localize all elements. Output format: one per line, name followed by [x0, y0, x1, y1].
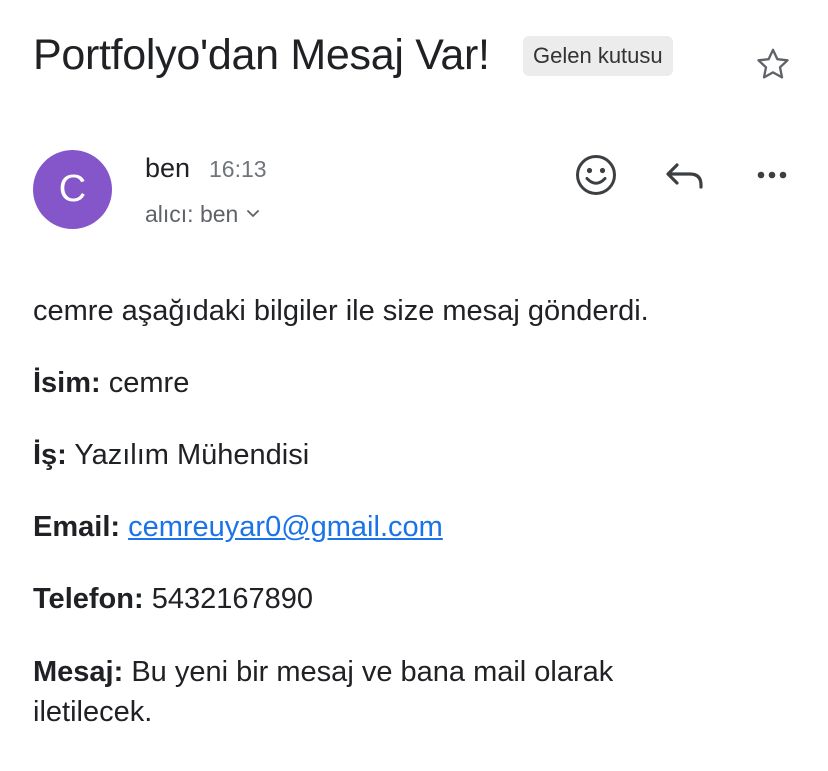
sender-name[interactable]: ben	[145, 152, 190, 184]
field-label: Telefon:	[33, 583, 144, 615]
field-value: 5432167890	[151, 583, 313, 615]
field-message: Mesaj: Bu yeni bir mesaj ve bana mail ol…	[33, 652, 733, 732]
subject-row: Portfolyo'dan Mesaj Var! Gelen kutusu	[33, 28, 808, 88]
field-value: cemre	[108, 367, 190, 399]
reply-icon[interactable]	[660, 150, 710, 200]
message-time: 16:13	[209, 156, 267, 182]
intro-text: cemre aşağıdaki bilgiler ile size mesaj …	[33, 295, 649, 327]
field-phone: Telefon: 5432167890	[33, 583, 313, 616]
smiley-icon[interactable]	[571, 150, 621, 200]
field-value: Yazılım Mühendisi	[74, 439, 310, 471]
field-label: İsim:	[33, 367, 101, 399]
star-icon[interactable]	[753, 44, 793, 84]
field-label: Email:	[33, 511, 121, 543]
email-view: Portfolyo'dan Mesaj Var! Gelen kutusu C …	[0, 0, 828, 771]
more-horizontal-icon[interactable]	[747, 150, 797, 200]
email-subject: Portfolyo'dan Mesaj Var!	[33, 31, 490, 79]
chevron-down-icon	[247, 210, 260, 217]
field-label: İş:	[33, 439, 67, 471]
field-name: İsim: cemre	[33, 367, 189, 400]
field-job: İş: Yazılım Mühendisi	[33, 439, 309, 472]
email-link[interactable]: cemreuyar0@gmail.com	[128, 511, 443, 543]
recipient-text: alıcı: ben	[145, 201, 239, 227]
field-label: Mesaj:	[33, 656, 124, 688]
recipient-toggle[interactable]: alıcı: ben	[145, 200, 260, 228]
inbox-label-chip[interactable]: Gelen kutusu	[523, 36, 673, 76]
sender-avatar[interactable]: C	[33, 150, 112, 229]
field-email: Email: cemreuyar0@gmail.com	[33, 511, 443, 544]
